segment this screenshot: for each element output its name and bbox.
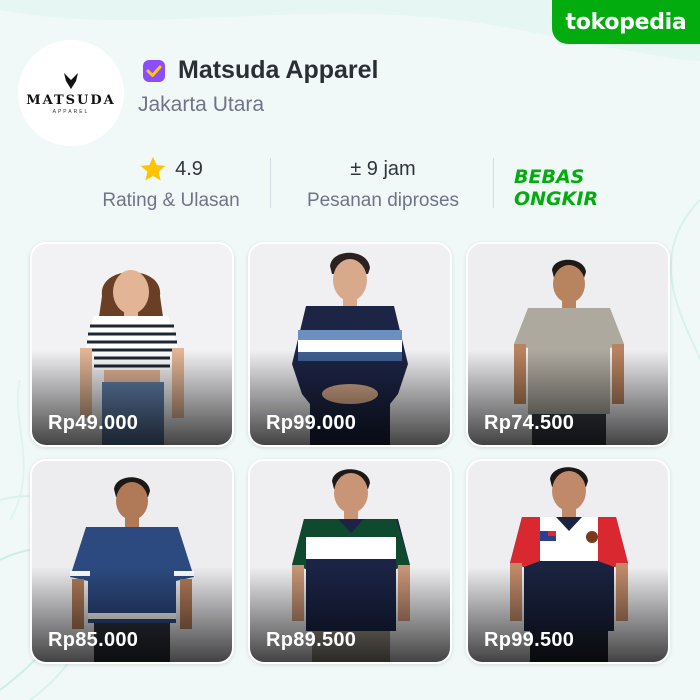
product-price: Rp74.500 (484, 412, 575, 434)
processing-stat: ± 9 jam Pesanan diproses (296, 152, 470, 212)
star-icon (140, 156, 166, 181)
shop-stats: 4.9 Rating & Ulasan ± 9 jam Pesanan dipr… (0, 152, 700, 222)
shop-location: Jakarta Utara (138, 93, 265, 116)
product-price: Rp99.500 (484, 629, 575, 651)
product-price: Rp99.000 (266, 412, 357, 434)
stat-divider (270, 158, 271, 208)
rating-stat[interactable]: 4.9 Rating & Ulasan (94, 152, 248, 212)
logo-subtext: APPAREL (52, 108, 90, 115)
product-card[interactable]: Rp89.500 (248, 459, 452, 664)
product-card[interactable]: Rp49.000 (30, 242, 234, 447)
verified-badge-icon (143, 59, 165, 82)
product-card[interactable]: Rp99.500 (466, 459, 670, 664)
matsuda-mark-icon (64, 72, 78, 89)
processing-value: ± 9 jam (350, 157, 416, 180)
product-price: Rp49.000 (48, 412, 139, 434)
shipping-line2: ONGKIR (514, 188, 598, 208)
shop-header: Matsuda Apparel Jakarta Utara (138, 56, 379, 117)
tokopedia-logo[interactable]: tokopedia (552, 0, 700, 44)
shop-name[interactable]: Matsuda Apparel (178, 56, 379, 85)
rating-label: Rating & Ulasan (102, 190, 240, 211)
product-price: Rp89.500 (266, 629, 357, 651)
product-card[interactable]: Rp85.000 (30, 459, 234, 664)
shipping-line1: BEBAS (514, 166, 584, 188)
product-card[interactable]: Rp99.000 (248, 242, 452, 447)
shop-logo[interactable]: MATSUDA APPAREL (18, 40, 124, 146)
rating-value: 4.9 (175, 157, 203, 180)
bebas-ongkir-logo: BEBAS ONGKIR (514, 166, 598, 208)
stat-divider (493, 158, 494, 208)
logo-text: MATSUDA (26, 92, 116, 108)
product-grid: Rp49.000 Rp99.000 Rp74.500 Rp85.000 Rp89… (30, 242, 670, 664)
product-price: Rp85.000 (48, 629, 139, 651)
product-card[interactable]: Rp74.500 (466, 242, 670, 447)
processing-label: Pesanan diproses (306, 190, 460, 211)
